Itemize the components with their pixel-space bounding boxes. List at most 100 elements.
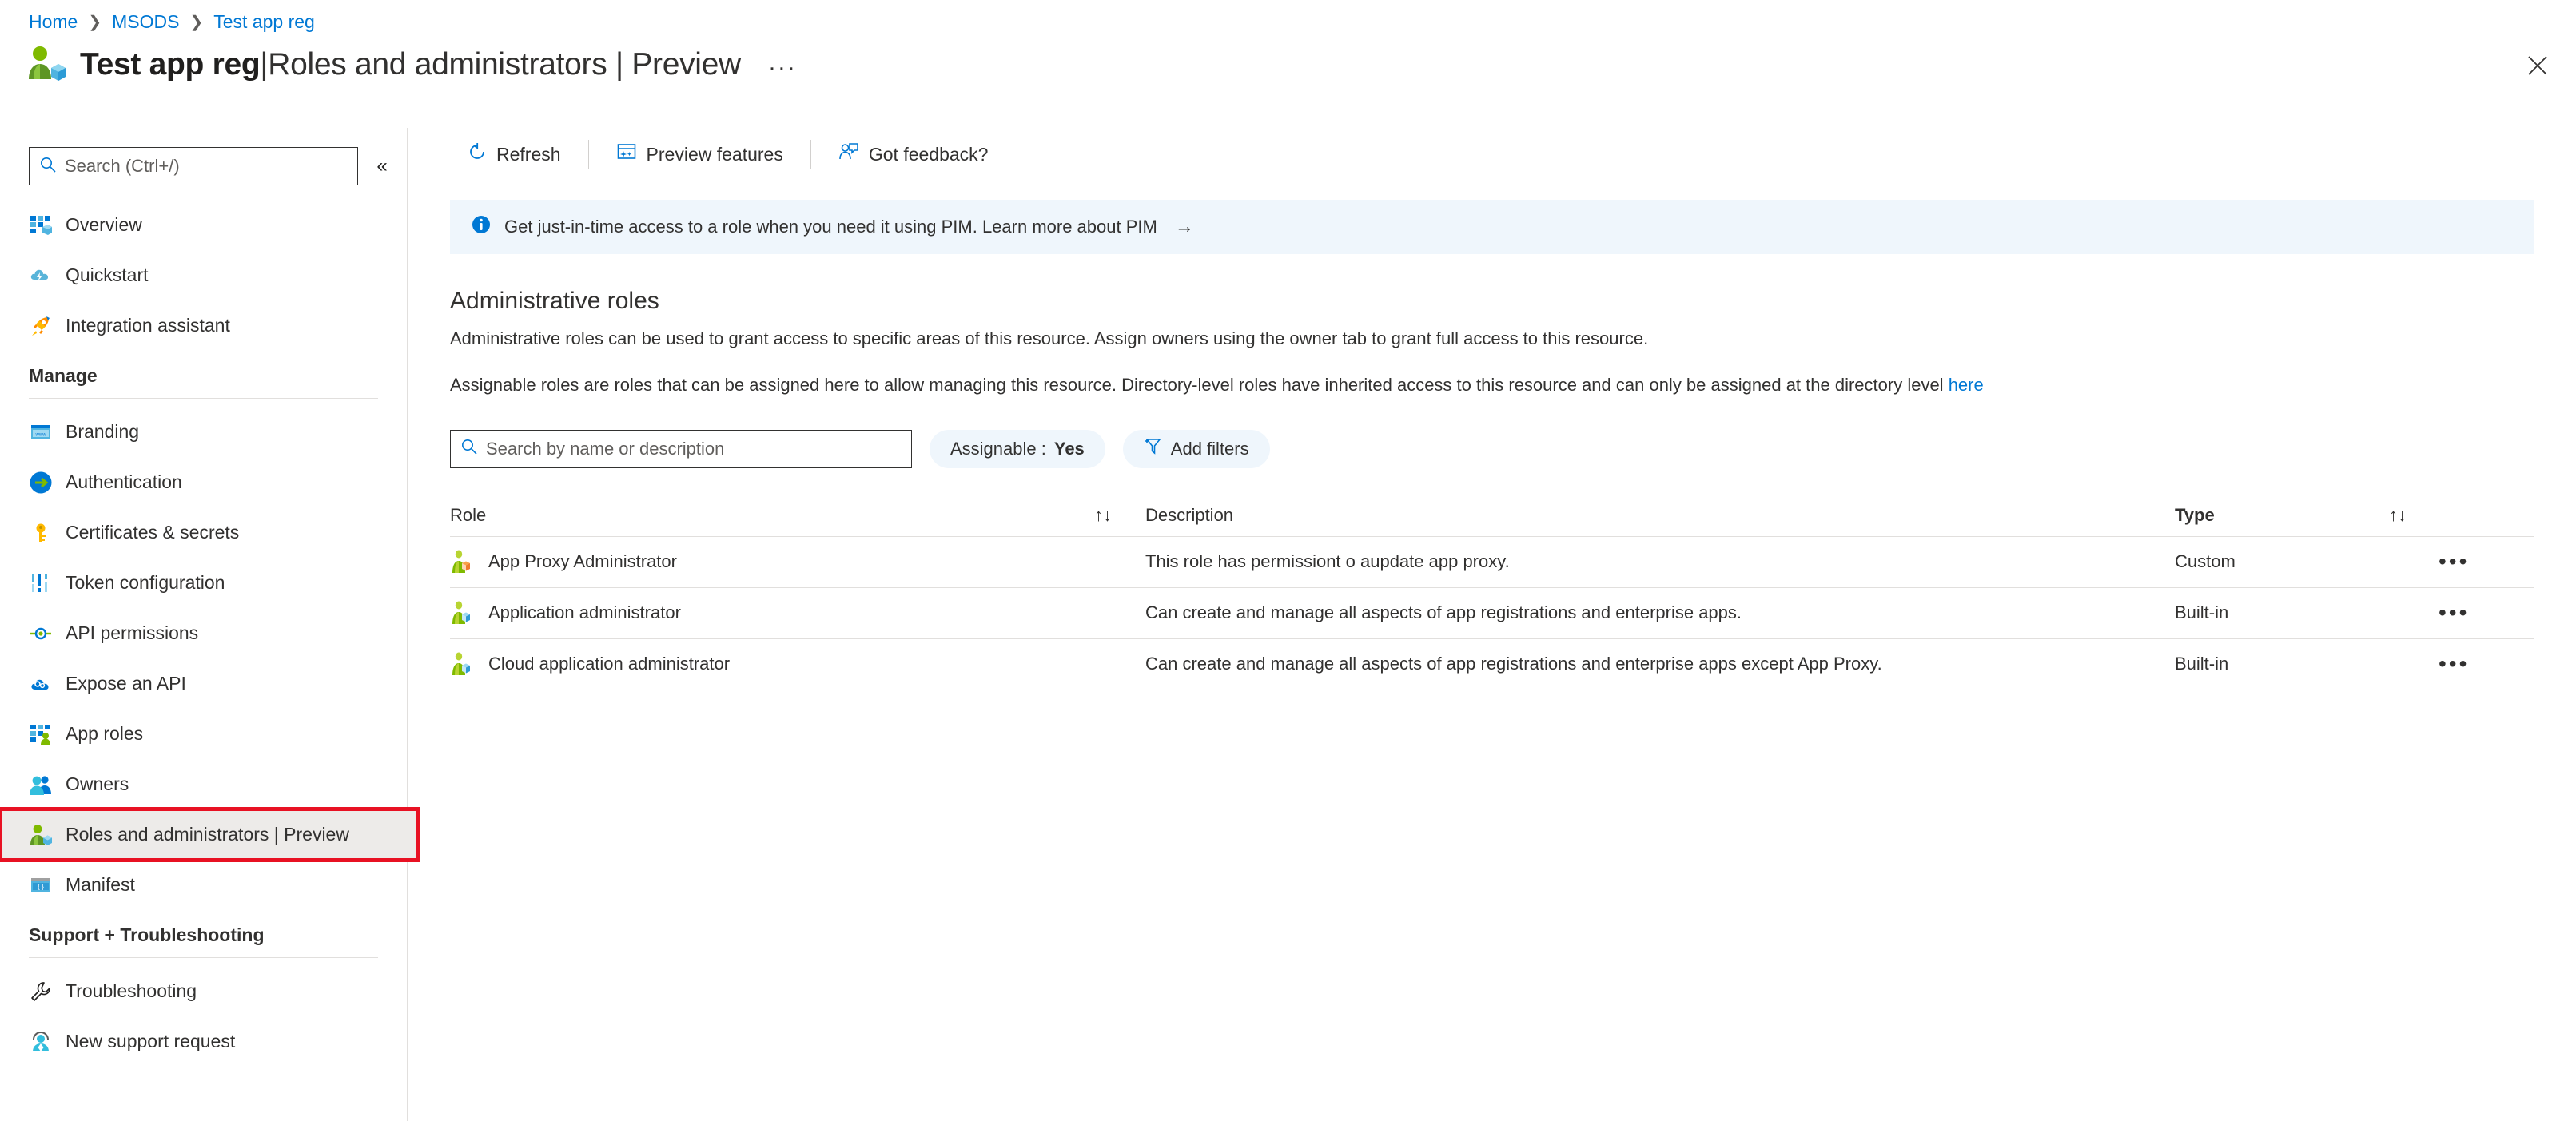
add-filters-button[interactable]: Add filters (1122, 429, 1270, 468)
section-description-2: Assignable roles are roles that can be a… (450, 372, 2534, 398)
sidebar-item-certificates-secrets[interactable]: Certificates & secrets (0, 507, 407, 558)
sidebar-item-label: Owners (66, 773, 129, 794)
key-icon (29, 521, 53, 545)
got-feedback-label: Got feedback? (868, 143, 989, 165)
owners-icon (29, 773, 53, 797)
table-header-row: Role ↑↓ Description Type ↑↓ (450, 495, 2534, 537)
sidebar-nav-top: Overview Quickstart Integration assistan… (0, 200, 407, 351)
sidebar-item-label: API permissions (66, 622, 199, 643)
got-feedback-button[interactable]: Got feedback? (821, 137, 1006, 172)
sidebar-item-new-support-request[interactable]: New support request (0, 1016, 407, 1067)
role-name: App Proxy Administrator (488, 551, 677, 572)
sidebar-item-branding[interactable]: www Branding (0, 407, 407, 457)
assignable-filter-value: Yes (1053, 438, 1085, 459)
breadcrumb-item-test-app-reg[interactable]: Test app reg (213, 11, 315, 33)
command-toolbar: Refresh Preview features Got feedback? (408, 128, 2576, 181)
section-description-2-text: Assignable roles are roles that can be a… (450, 374, 1949, 395)
sidebar-item-label: Quickstart (66, 264, 149, 285)
authentication-icon (29, 471, 53, 495)
sidebar-item-overview[interactable]: Overview (0, 200, 407, 250)
refresh-button[interactable]: Refresh (450, 137, 579, 172)
collapse-sidebar-button[interactable]: « (364, 149, 400, 184)
table-row[interactable]: Cloud application administrator Can crea… (450, 639, 2534, 690)
row-actions-menu-button[interactable]: ••• (2439, 549, 2534, 574)
sidebar-item-owners[interactable]: Owners (0, 759, 407, 809)
preview-features-button[interactable]: Preview features (599, 137, 801, 172)
sidebar-nav-support: Troubleshooting New support request (0, 966, 407, 1067)
role-description: This role has permissiont o aupdate app … (1145, 551, 1510, 572)
sort-icon[interactable]: ↑↓ (2389, 505, 2407, 526)
expose-api-icon (29, 672, 53, 696)
search-icon (39, 156, 57, 177)
roles-icon (29, 823, 53, 847)
add-filter-icon (1144, 437, 1163, 461)
role-name: Application administrator (488, 602, 681, 623)
role-icon (450, 600, 476, 626)
directory-level-here-link[interactable]: here (1949, 375, 1984, 395)
column-header-description[interactable]: Description (1145, 505, 2175, 526)
token-icon (29, 571, 53, 595)
svg-text:{ }: { } (38, 883, 44, 890)
sidebar-item-api-permissions[interactable]: API permissions (0, 608, 407, 658)
table-row[interactable]: Application administrator Can create and… (450, 588, 2534, 639)
role-type: Built-in (2175, 654, 2229, 674)
refresh-icon (468, 142, 487, 166)
sidebar-item-manifest[interactable]: { } Manifest (0, 860, 407, 910)
roles-search-box[interactable] (450, 429, 912, 468)
azure-portal-blade: Home ❯ MSODS ❯ Test app reg Test app reg… (0, 0, 2576, 1121)
role-name: Cloud application administrator (488, 654, 731, 674)
page-title-section: Roles and administrators | Preview (268, 47, 741, 81)
quickstart-icon (29, 264, 53, 288)
sidebar-item-label: Authentication (66, 471, 182, 492)
breadcrumb-separator-icon: ❯ (88, 14, 102, 31)
row-actions-menu-button[interactable]: ••• (2439, 651, 2534, 677)
sidebar-item-label: App roles (66, 723, 144, 744)
sidebar-item-integration-assistant[interactable]: Integration assistant (0, 300, 407, 351)
table-row[interactable]: App Proxy Administrator This role has pe… (450, 537, 2534, 588)
pim-info-banner[interactable]: Get just-in-time access to a role when y… (450, 200, 2534, 254)
sidebar-item-roles-and-administrators[interactable]: Roles and administrators | Preview (0, 807, 420, 862)
svg-text:www: www (35, 432, 47, 437)
row-actions-menu-button[interactable]: ••• (2439, 600, 2534, 626)
page-title-row: Test app reg|Roles and administrators | … (24, 44, 797, 85)
page-title: Test app reg|Roles and administrators | … (80, 47, 741, 82)
assignable-filter-pill[interactable]: Assignable : Yes (930, 429, 1105, 468)
sidebar-divider (29, 398, 378, 399)
column-header-role[interactable]: Role ↑↓ (450, 505, 1145, 526)
preview-features-label: Preview features (646, 143, 783, 165)
sidebar-search-row: « (29, 147, 407, 185)
role-cell: Application administrator (450, 600, 1145, 626)
role-type: Built-in (2175, 602, 2229, 623)
sidebar-item-quickstart[interactable]: Quickstart (0, 250, 407, 300)
search-input[interactable] (65, 156, 348, 177)
breadcrumb-item-msods[interactable]: MSODS (112, 11, 179, 33)
api-permissions-icon (29, 622, 53, 646)
sidebar-item-troubleshooting[interactable]: Troubleshooting (0, 966, 407, 1016)
sidebar-group-manage: Manage (29, 365, 98, 386)
sidebar-item-label: Expose an API (66, 673, 186, 694)
role-description: Can create and manage all aspects of app… (1145, 654, 1882, 674)
role-icon (450, 549, 476, 574)
branding-icon: www (29, 420, 53, 444)
app-roles-icon (29, 722, 53, 746)
column-header-type[interactable]: Type ↑↓ (2175, 505, 2439, 526)
preview-features-icon (616, 141, 637, 167)
filter-bar: Assignable : Yes Add filters (450, 429, 2534, 468)
toolbar-divider (810, 140, 811, 169)
breadcrumb-item-home[interactable]: Home (29, 11, 78, 33)
close-blade-button[interactable] (2522, 50, 2554, 81)
sort-icon[interactable]: ↑↓ (1094, 505, 1112, 526)
more-options-button[interactable]: ··· (768, 54, 797, 81)
sidebar-item-label: Manifest (66, 874, 135, 895)
roles-search-input[interactable] (486, 438, 902, 459)
sidebar-search-box[interactable] (29, 147, 358, 185)
sidebar-item-app-roles[interactable]: App roles (0, 709, 407, 759)
sidebar-item-authentication[interactable]: Authentication (0, 457, 407, 507)
search-icon (460, 438, 478, 459)
breadcrumb-separator-icon: ❯ (189, 14, 204, 31)
overview-icon (29, 213, 53, 237)
sidebar-item-token-configuration[interactable]: Token configuration (0, 558, 407, 608)
sidebar-item-label: Troubleshooting (66, 980, 197, 1001)
sidebar-item-label: Certificates & secrets (66, 522, 240, 543)
sidebar-item-expose-an-api[interactable]: Expose an API (0, 658, 407, 709)
